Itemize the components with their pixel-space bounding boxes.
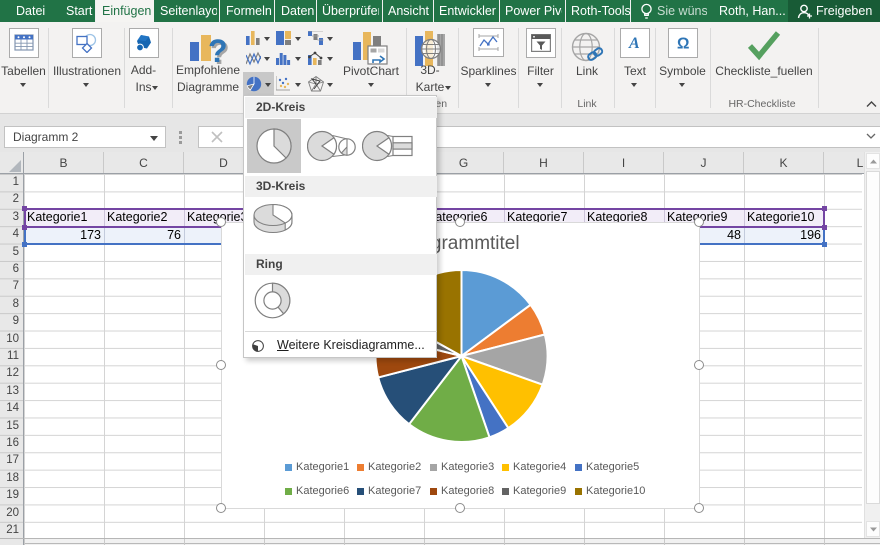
svg-text:A: A — [628, 35, 640, 52]
svg-text:Ω: Ω — [677, 36, 689, 53]
